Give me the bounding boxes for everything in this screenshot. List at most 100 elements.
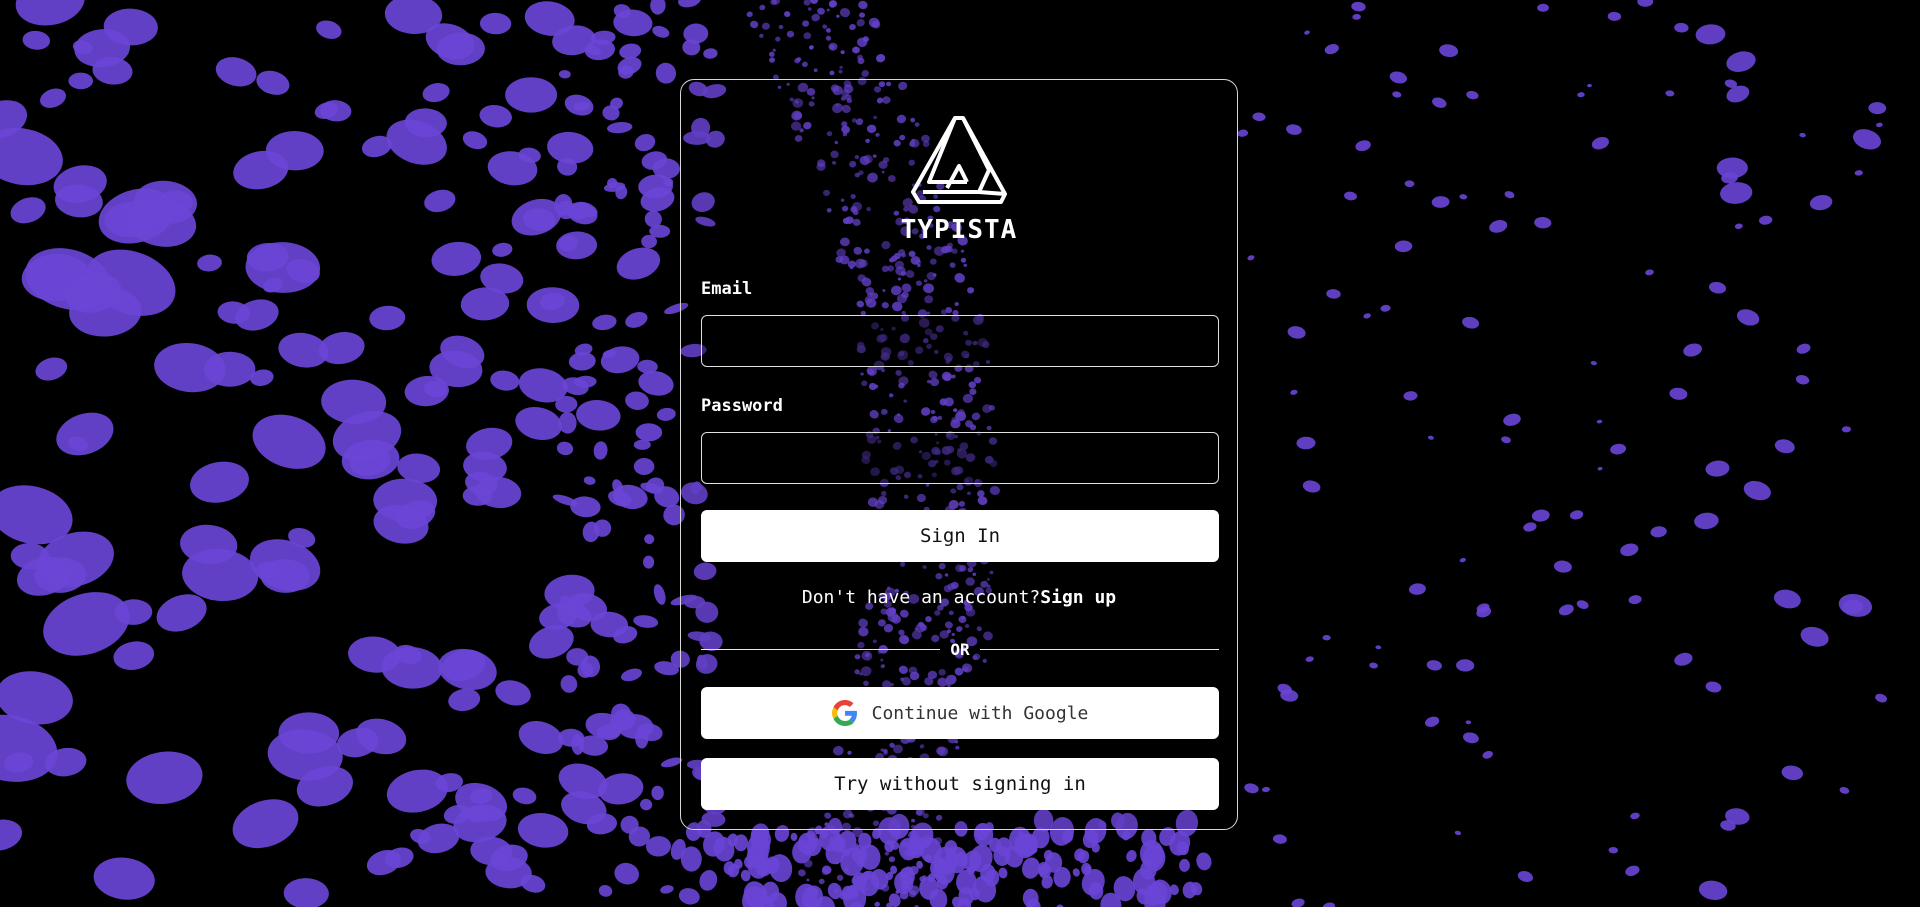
particle <box>1773 589 1801 609</box>
particle <box>1056 904 1065 907</box>
particle <box>1795 374 1810 385</box>
particle <box>818 878 825 885</box>
particle <box>1628 595 1642 605</box>
particle <box>1021 857 1041 879</box>
particle <box>431 241 482 276</box>
particle <box>1504 191 1515 199</box>
continue-with-google-button[interactable]: Continue with Google <box>701 687 1219 739</box>
particle <box>858 0 868 10</box>
particle <box>802 20 810 27</box>
particle <box>798 869 806 877</box>
particle <box>583 476 596 485</box>
particle <box>829 70 835 76</box>
particle <box>1591 136 1609 150</box>
try-without-signing-in-button[interactable]: Try without signing in <box>701 758 1219 810</box>
sign-up-link[interactable]: Sign up <box>1040 587 1116 608</box>
particle <box>778 24 784 30</box>
particle <box>1355 140 1371 152</box>
particle <box>1838 593 1873 617</box>
particle <box>1286 124 1302 135</box>
or-divider: OR <box>701 638 1220 660</box>
particle <box>1705 681 1722 693</box>
email-field[interactable] <box>701 315 1219 367</box>
particle <box>703 48 718 59</box>
particle <box>492 242 513 257</box>
particle <box>1126 850 1137 862</box>
particle <box>772 48 776 52</box>
particle <box>1454 830 1462 836</box>
impossible-triangle-logo-icon <box>911 116 1007 204</box>
particle <box>1389 71 1407 84</box>
particle <box>593 441 608 460</box>
particle <box>828 0 837 8</box>
particle <box>806 878 810 882</box>
particle <box>1590 360 1597 366</box>
particle <box>825 35 832 41</box>
particle <box>678 0 701 8</box>
particle <box>838 69 843 74</box>
particle <box>1426 660 1442 671</box>
particle <box>614 862 639 885</box>
particle <box>1694 512 1719 530</box>
particle <box>1577 92 1585 98</box>
particle <box>1523 522 1537 532</box>
particle <box>316 20 342 39</box>
particle <box>1196 852 1212 871</box>
particle <box>786 30 795 38</box>
particle <box>1597 466 1603 471</box>
sign-in-button[interactable]: Sign In <box>701 510 1219 562</box>
particle <box>1432 97 1447 108</box>
particle <box>861 70 869 77</box>
particle <box>876 54 886 63</box>
particle <box>1072 868 1080 877</box>
particle <box>607 121 633 134</box>
particle <box>768 51 775 57</box>
particle <box>592 314 617 331</box>
particle <box>1607 11 1622 21</box>
particle <box>505 77 558 113</box>
particle <box>600 346 640 374</box>
particle <box>1302 480 1321 493</box>
particle <box>858 870 880 897</box>
particle <box>634 133 656 152</box>
particle <box>1553 560 1572 573</box>
particle <box>822 24 828 29</box>
particle <box>809 0 819 4</box>
particle <box>1558 604 1574 616</box>
particle <box>801 61 808 68</box>
particle <box>1531 509 1550 522</box>
particle <box>1291 898 1305 907</box>
particle <box>839 7 851 18</box>
particle <box>1482 750 1493 759</box>
particle <box>526 287 580 324</box>
particle <box>598 885 613 897</box>
particle <box>759 33 764 38</box>
particle <box>1517 871 1533 882</box>
particle <box>1650 526 1667 538</box>
particle <box>784 11 791 18</box>
particle <box>35 357 68 381</box>
particle <box>1380 304 1391 312</box>
particle <box>40 88 66 108</box>
particle <box>1022 888 1039 907</box>
particle <box>1463 732 1479 744</box>
particle <box>633 457 655 476</box>
particle <box>859 12 865 18</box>
particle <box>656 407 676 421</box>
particle <box>1537 3 1549 12</box>
particle <box>479 104 512 128</box>
particle <box>232 799 299 849</box>
login-card: TYPISTA Email Password Sign In Don't hav… <box>680 79 1238 830</box>
password-field[interactable] <box>701 432 1219 484</box>
particle <box>1736 309 1760 326</box>
particle <box>1363 313 1371 319</box>
particle <box>113 641 155 670</box>
particle <box>849 23 856 31</box>
particle <box>10 197 46 224</box>
particle <box>836 874 844 881</box>
particle <box>772 0 780 5</box>
particle <box>633 615 659 628</box>
particle <box>1683 343 1702 357</box>
particle <box>1708 281 1727 294</box>
particle <box>68 72 93 90</box>
